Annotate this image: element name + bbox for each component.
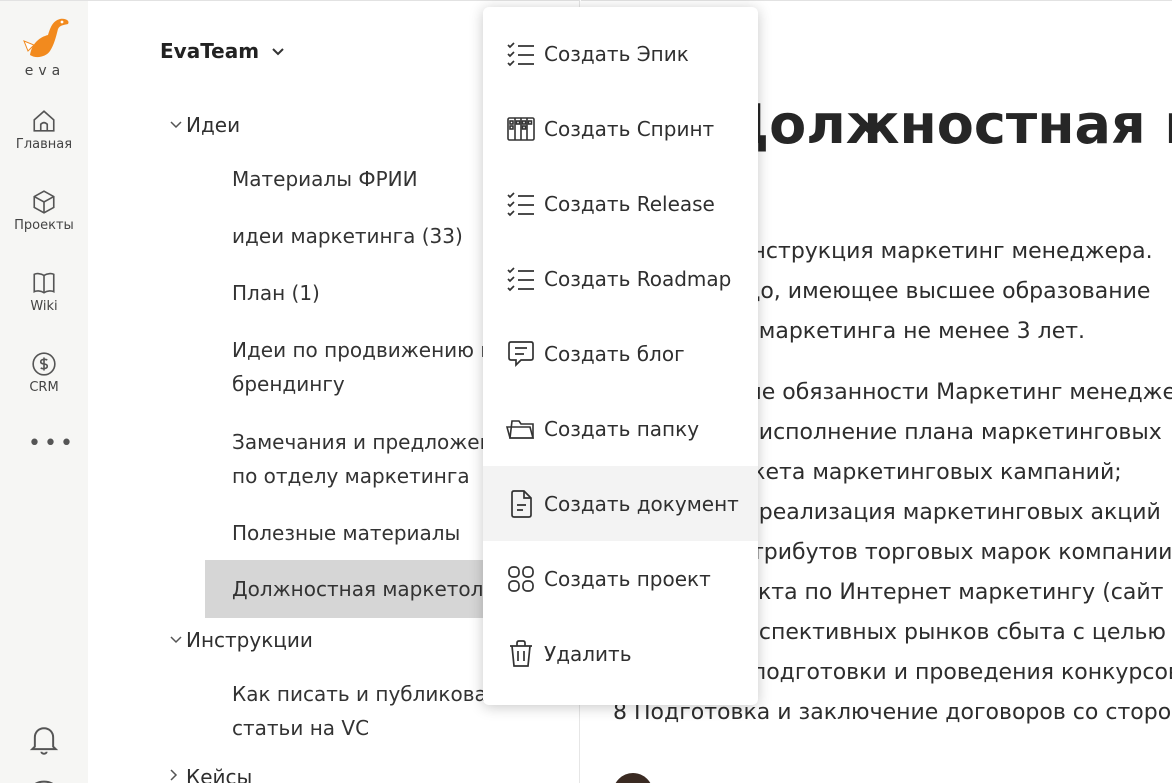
menu-item-label: Создать блог [544, 341, 685, 366]
tree-folder-cases[interactable]: Кейсы [170, 765, 253, 783]
workspace-name: EvaTeam [160, 39, 260, 63]
menu-item-delete[interactable]: Удалить [483, 616, 758, 691]
dollar-icon [30, 350, 58, 378]
menu-item-create-folder[interactable]: Создать папку [483, 391, 758, 466]
more-menu-icon[interactable]: ••• [28, 431, 76, 456]
rail-item-home[interactable]: Главная [0, 107, 88, 152]
menu-item-label: Создать Release [544, 191, 715, 216]
document-icon [506, 489, 536, 519]
doc-text-line: а и исполнение плана маркетинговых [717, 420, 1162, 445]
doc-text-line: лицо, имеющее высшее образование [717, 279, 1151, 304]
workspace-switcher[interactable]: EvaTeam [160, 39, 285, 63]
tree-doc-item[interactable]: Замечания и предложения [232, 425, 518, 459]
menu-item-create-epic[interactable]: Создать Эпик [483, 16, 758, 91]
notifications-bell-icon[interactable] [28, 723, 60, 757]
caret-down-icon [170, 633, 182, 648]
doc-text-line: я инструкция маркетинг менеджера. [717, 239, 1153, 264]
menu-item-label: Создать Эпик [544, 41, 689, 66]
doc-text-line: перспективных рынков сбыта с целью [717, 620, 1166, 645]
doc-text-line: а и реализация маркетинговых акций [717, 500, 1161, 525]
menu-item-label: Создать документ [544, 491, 739, 516]
book-icon [30, 269, 58, 297]
eva-logo[interactable]: eva [20, 15, 70, 85]
page-title: Должностная маркетолога [721, 93, 1172, 156]
tree-doc-item[interactable]: Идеи по продвижению и [232, 333, 493, 367]
avatar[interactable] [613, 773, 653, 783]
tree-doc-item-cont[interactable]: по отделу маркетинга [232, 459, 470, 493]
doc-text-line: а и маркетинга не менее 3 лет. [717, 319, 1086, 344]
menu-item-label: Создать проект [544, 566, 711, 591]
tree-folder-label: Кейсы [186, 765, 253, 783]
chat-bubble-icon [506, 339, 536, 369]
menu-item-create-sprint[interactable]: Создать Спринт [483, 91, 758, 166]
dino-logo-icon [23, 18, 69, 58]
folder-icon [506, 414, 536, 444]
tree-doc-item-active[interactable]: Должностная маркетолога [205, 560, 485, 618]
menu-item-create-project[interactable]: Создать проект [483, 541, 758, 616]
chevron-down-icon [271, 42, 285, 61]
logo-text: eva [24, 63, 66, 79]
tree-doc-item-cont[interactable]: статьи на VC [232, 711, 369, 745]
caret-down-icon [170, 118, 182, 133]
create-context-menu: Создать Эпик Создать Спринт Создать Rele… [483, 7, 758, 705]
sprint-board-icon [506, 114, 536, 144]
doc-text-line: ьные обязанности Маркетинг менеджера [717, 380, 1172, 405]
doc-text-line: ие подготовки и проведения конкурсов [717, 660, 1172, 685]
menu-item-create-roadmap[interactable]: Создать Roadmap [483, 241, 758, 316]
tree-doc-item[interactable]: Полезные материалы [232, 516, 460, 550]
doc-text-line: оджета маркетинговых кампаний; [717, 460, 1122, 485]
menu-item-label: Удалить [544, 641, 632, 666]
rail-label-crm: CRM [29, 380, 59, 395]
menu-item-create-document[interactable]: Создать документ [483, 466, 758, 541]
checklist-icon [506, 39, 536, 69]
tree-doc-item[interactable]: идеи маркетинга (33) [232, 219, 463, 253]
doc-text-line: роекта по Интернет маркетингу (сайт [717, 580, 1164, 605]
trash-icon [506, 639, 536, 669]
cube-icon [30, 188, 58, 216]
rail-item-wiki[interactable]: Wiki [0, 269, 88, 314]
rail-label-wiki: Wiki [30, 299, 58, 314]
tree-folder-label: Идеи [186, 113, 241, 137]
tree-folder-label: Инструкции [186, 628, 313, 652]
tree-doc-item[interactable]: Материалы ФРИИ [232, 162, 418, 196]
grid-icon [506, 564, 536, 594]
rail-label-projects: Проекты [14, 218, 74, 233]
rail-item-crm[interactable]: CRM [0, 350, 88, 395]
caret-right-icon [170, 769, 178, 783]
menu-item-label: Создать папку [544, 416, 700, 441]
checklist-icon [506, 264, 536, 294]
tree-doc-item[interactable]: План (1) [232, 276, 320, 310]
menu-item-label: Создать Спринт [544, 116, 715, 141]
home-icon [30, 107, 58, 135]
checklist-icon [506, 189, 536, 219]
doc-text-line: а атрибутов торговых марок компании [717, 540, 1172, 565]
menu-item-label: Создать Roadmap [544, 266, 732, 291]
menu-item-create-release[interactable]: Создать Release [483, 166, 758, 241]
rail-item-projects[interactable]: Проекты [0, 188, 88, 233]
app-rail: eva Главная Проекты Wiki CRM ••• [0, 0, 88, 783]
menu-item-create-blog[interactable]: Создать блог [483, 316, 758, 391]
tree-doc-item-cont[interactable]: брендингу [232, 367, 345, 401]
tree-doc-item[interactable]: Как писать и публиковать [232, 677, 510, 711]
rail-label-home: Главная [15, 137, 73, 152]
help-icon[interactable] [28, 771, 60, 783]
tree-folder-ideas[interactable]: Идеи [170, 113, 241, 137]
tree-folder-instructions[interactable]: Инструкции [170, 628, 313, 652]
